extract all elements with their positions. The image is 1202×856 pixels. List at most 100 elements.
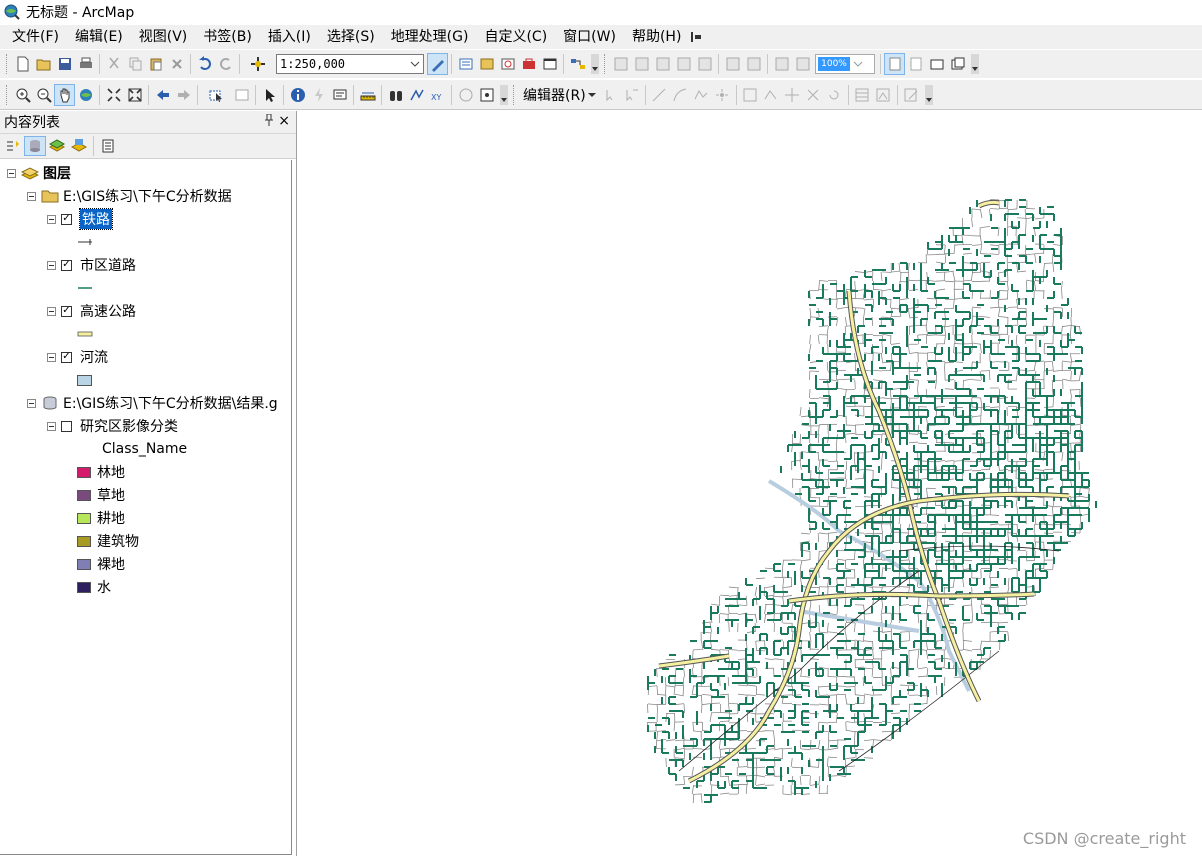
model-builder-icon[interactable] <box>567 53 588 75</box>
find-route-icon[interactable] <box>406 84 427 106</box>
edit-annotation-icon[interactable] <box>621 84 642 106</box>
toc-group-row[interactable]: E:\GIS练习\下午C分析数据 <box>27 186 232 206</box>
attributes-icon[interactable] <box>852 84 873 106</box>
collapse-toggle[interactable] <box>47 352 56 362</box>
straight-segment-icon[interactable] <box>649 84 670 106</box>
menu-edit[interactable]: 编辑(E) <box>67 25 131 49</box>
clear-selection-icon[interactable] <box>231 84 252 106</box>
measure-ruler-icon[interactable] <box>357 84 378 106</box>
change-layout-icon[interactable] <box>926 53 947 75</box>
edit-vertices-icon[interactable] <box>740 84 761 106</box>
editor-toolbar-icon[interactable] <box>427 53 448 75</box>
find-binoculars-icon[interactable] <box>385 84 406 106</box>
options-icon[interactable] <box>97 136 119 156</box>
back-extent-arrow-icon[interactable] <box>152 84 173 106</box>
zoom-100-icon[interactable] <box>694 53 715 75</box>
layout-pan-icon[interactable] <box>652 53 673 75</box>
menubar-grip-icon[interactable] <box>689 29 703 45</box>
fixed-zoom-in-icon[interactable] <box>610 53 631 75</box>
point-icon[interactable] <box>712 84 733 106</box>
layer-visibility-checkbox[interactable]: ✓ <box>61 213 72 225</box>
sketch-properties-icon[interactable] <box>873 84 894 106</box>
trace-icon[interactable] <box>691 84 712 106</box>
editor-menu[interactable]: 编辑器(R) <box>519 85 600 105</box>
map-scale-dropdown[interactable]: 1:250,000 <box>276 54 424 74</box>
menu-view[interactable]: 视图(V) <box>131 25 196 49</box>
chevron-down-icon[interactable] <box>850 55 866 73</box>
python-window-icon[interactable] <box>539 53 560 75</box>
copy-icon[interactable] <box>124 53 145 75</box>
create-viewer-window-icon[interactable] <box>476 84 497 106</box>
toc-layer-row[interactable]: ✓ 铁路 <box>47 208 113 230</box>
layer-visibility-checkbox[interactable]: ✓ <box>61 305 72 317</box>
identify-info-icon[interactable] <box>287 84 308 106</box>
toolbar-overflow-button[interactable] <box>971 54 979 74</box>
time-slider-icon[interactable] <box>455 84 476 106</box>
end-point-arc-icon[interactable] <box>670 84 691 106</box>
paste-icon[interactable] <box>145 53 166 75</box>
close-icon[interactable]: × <box>278 113 290 129</box>
go-forward-extent-icon[interactable] <box>792 53 813 75</box>
zoom-whole-page-icon[interactable] <box>673 53 694 75</box>
toolbar-overflow-button[interactable] <box>500 84 508 105</box>
reshape-icon[interactable] <box>761 84 782 106</box>
pan-hand-icon[interactable] <box>54 83 75 106</box>
fixed-zoom-out-icon[interactable] <box>631 53 652 75</box>
html-popup-icon[interactable] <box>329 84 350 106</box>
fixed-zoom-out-page-icon[interactable] <box>743 53 764 75</box>
collapse-toggle[interactable] <box>47 260 56 270</box>
chevron-down-icon[interactable] <box>407 55 423 73</box>
new-document-icon[interactable] <box>12 53 33 75</box>
collapse-toggle[interactable] <box>47 306 56 316</box>
toc-layer-label[interactable]: 市区道路 <box>80 255 136 275</box>
full-extent-globe-icon[interactable] <box>75 84 96 106</box>
menu-windows[interactable]: 窗口(W) <box>555 25 624 49</box>
pin-icon[interactable] <box>264 113 274 130</box>
menu-geoprocessing[interactable]: 地理处理(G) <box>383 25 477 49</box>
table-of-contents-icon[interactable] <box>455 53 476 75</box>
list-by-drawing-order-icon[interactable] <box>2 136 24 156</box>
toc-layer-label[interactable]: 研究区影像分类 <box>80 416 178 436</box>
toc-layer-label[interactable]: 河流 <box>80 347 108 367</box>
menu-help[interactable]: 帮助(H) <box>624 25 689 49</box>
delete-icon[interactable] <box>166 53 187 75</box>
undo-icon[interactable] <box>194 53 215 75</box>
cut-icon[interactable] <box>103 53 124 75</box>
select-features-icon[interactable] <box>201 84 231 106</box>
collapse-toggle[interactable] <box>27 191 36 201</box>
layer-visibility-checkbox[interactable] <box>61 420 72 432</box>
create-features-icon[interactable] <box>901 84 922 106</box>
zoom-in-icon[interactable] <box>12 84 33 106</box>
toolbar-overflow-button[interactable] <box>924 84 933 105</box>
list-by-selection-icon[interactable] <box>68 136 90 156</box>
collapse-toggle[interactable] <box>47 214 56 224</box>
list-by-visibility-icon[interactable] <box>46 136 68 156</box>
toc-layer-label[interactable]: 铁路 <box>79 208 113 230</box>
toolbar-grip[interactable] <box>6 54 10 74</box>
rotate-icon[interactable] <box>824 84 845 106</box>
menu-customize[interactable]: 自定义(C) <box>476 25 555 49</box>
collapse-toggle[interactable] <box>47 421 56 431</box>
menu-insert[interactable]: 插入(I) <box>260 25 319 49</box>
open-folder-icon[interactable] <box>33 53 54 75</box>
save-icon[interactable] <box>54 53 75 75</box>
add-data-icon[interactable] <box>243 53 273 75</box>
fixed-zoom-out-arrows-icon[interactable] <box>124 84 145 106</box>
map-canvas[interactable] <box>299 111 1202 856</box>
go-to-xy-icon[interactable]: XY <box>427 84 448 106</box>
go-back-extent-icon[interactable] <box>771 53 792 75</box>
toc-layer-label[interactable]: 高速公路 <box>80 301 136 321</box>
search-window-icon[interactable] <box>497 53 518 75</box>
map-view[interactable]: CSDN @create_right <box>299 111 1202 856</box>
menu-selection[interactable]: 选择(S) <box>319 25 383 49</box>
print-icon[interactable] <box>75 53 96 75</box>
layout-zoom-dropdown[interactable]: 100% <box>815 54 875 74</box>
zoom-out-icon[interactable] <box>33 84 54 106</box>
forward-extent-arrow-icon[interactable] <box>173 84 194 106</box>
edit-tool-icon[interactable] <box>600 84 621 106</box>
toc-root-row[interactable]: 图层 <box>7 163 71 183</box>
redo-icon[interactable] <box>215 53 236 75</box>
data-driven-pages-icon[interactable] <box>947 53 968 75</box>
toc-layer-row[interactable]: ✓ 市区道路 <box>47 255 136 275</box>
toc-layer-row[interactable]: ✓ 河流 <box>47 347 108 367</box>
